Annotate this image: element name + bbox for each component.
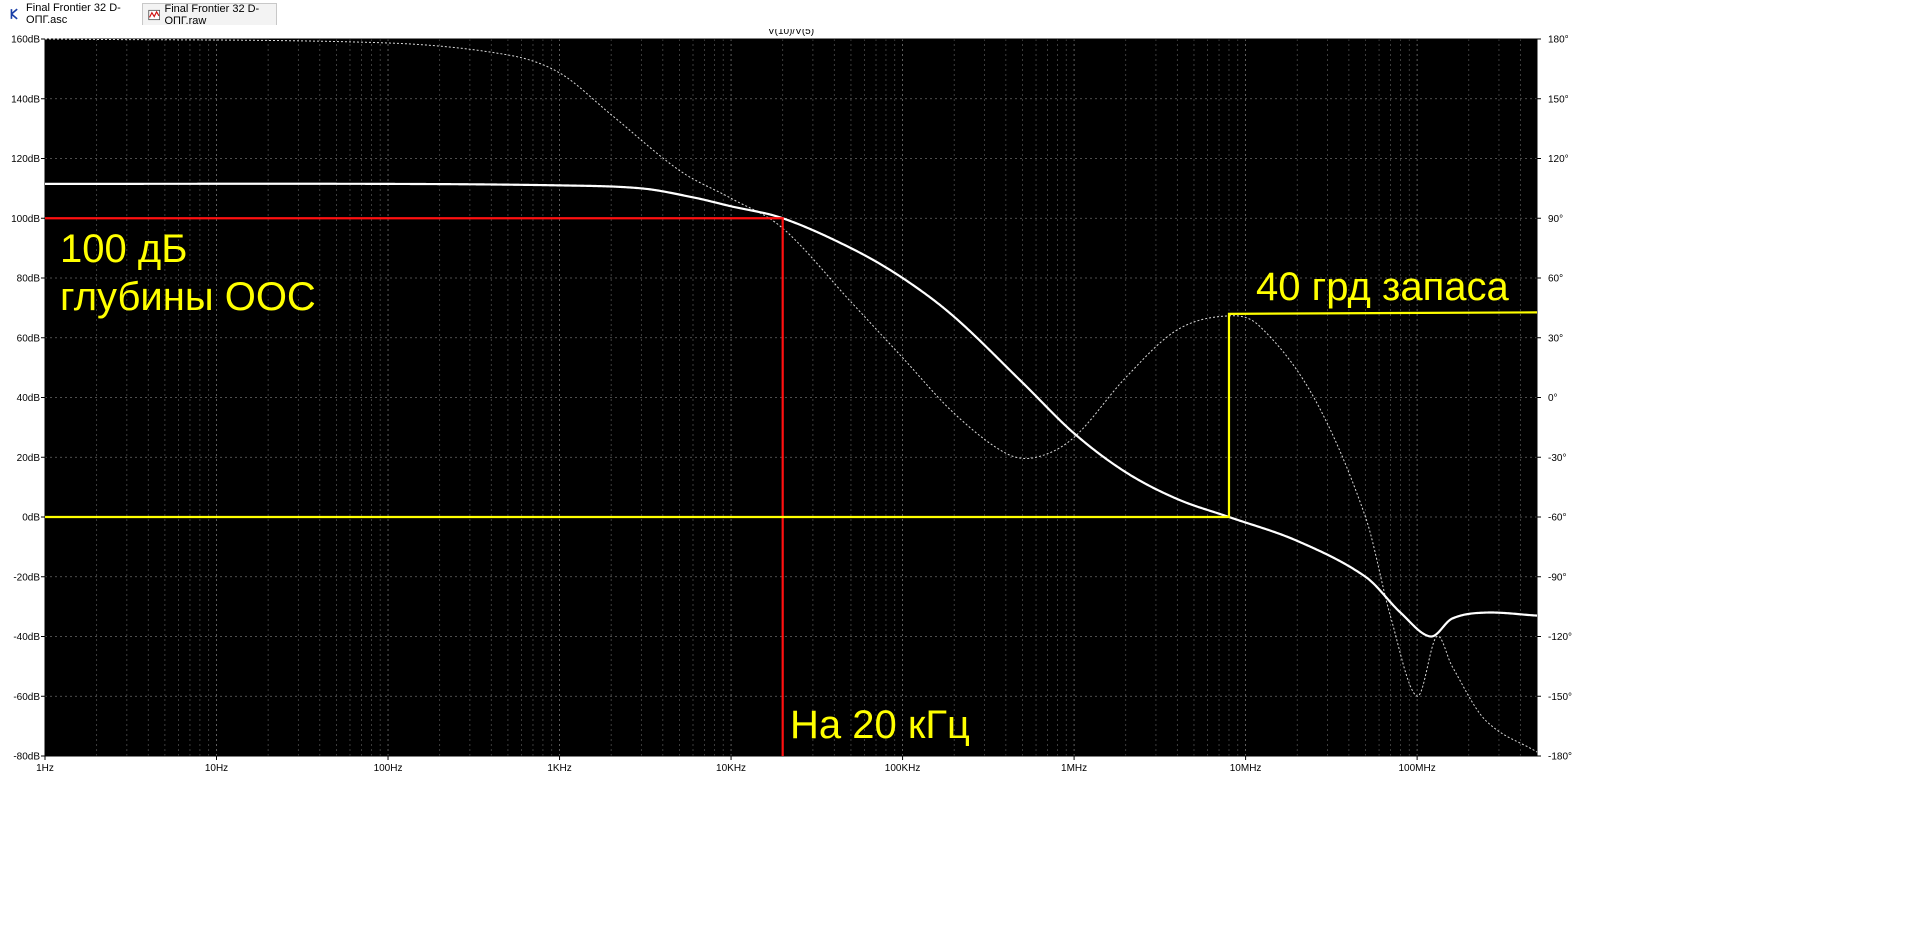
x-tick-label: 10KHz bbox=[716, 763, 746, 774]
y-right-tick-label: -60° bbox=[1548, 513, 1566, 524]
y-left-tick-label: -80dB bbox=[13, 752, 40, 763]
y-left-tick-label: 0dB bbox=[22, 513, 40, 524]
waveform-icon bbox=[148, 9, 161, 20]
y-right-tick-label: 120° bbox=[1548, 154, 1569, 165]
y-left-tick-label: 120dB bbox=[11, 154, 40, 165]
y-right-tick-label: -120° bbox=[1548, 632, 1572, 643]
y-left-tick-label: -60dB bbox=[13, 692, 40, 703]
bode-plot[interactable]: V(10)/V(5) 160dB 140dB 120dB 100dB 80dB 60dB 40… bbox=[0, 29, 1909, 945]
y-left-tick-label: -40dB bbox=[13, 632, 40, 643]
tab-label: Final Frontier 32 D-ОПГ.raw bbox=[164, 2, 260, 27]
x-tick-label: 1Hz bbox=[36, 763, 54, 774]
annotation-margin: 40 грд запаса bbox=[1256, 265, 1509, 309]
y-left-tick-label: 100dB bbox=[11, 214, 40, 225]
y-right-tick-label: -30° bbox=[1548, 453, 1566, 464]
tab-bar: Final Frontier 32 D-ОПГ.asc Final Fronti… bbox=[0, 0, 1909, 30]
tab-label: Final Frontier 32 D-ОПГ.asc bbox=[26, 2, 121, 26]
chart-title: V(10)/V(5) bbox=[768, 29, 814, 37]
tab-schematic-file[interactable]: Final Frontier 32 D-ОПГ.asc bbox=[4, 2, 142, 26]
annotation-depth: 100 дБ bbox=[60, 227, 187, 271]
y-right-tick-label: 180° bbox=[1548, 35, 1569, 46]
y-right-tick-label: -180° bbox=[1548, 752, 1572, 763]
tab-waveform-file[interactable]: Final Frontier 32 D-ОПГ.raw bbox=[142, 2, 277, 27]
y-right-tick-label: 30° bbox=[1548, 333, 1563, 344]
y-right-tick-label: 150° bbox=[1548, 94, 1569, 105]
annotation-freq: На 20 кГц bbox=[790, 703, 970, 747]
x-tick-label: 10Hz bbox=[205, 763, 228, 774]
schematic-icon bbox=[10, 8, 18, 20]
x-tick-label: 1MHz bbox=[1061, 763, 1087, 774]
y-right-tick-label: 90° bbox=[1548, 214, 1563, 225]
y-right-tick-label: -150° bbox=[1548, 692, 1572, 703]
y-left-tick-label: -20dB bbox=[13, 572, 40, 583]
x-tick-label: 10MHz bbox=[1230, 763, 1262, 774]
x-tick-label: 100Hz bbox=[374, 763, 403, 774]
x-tick-label: 1KHz bbox=[547, 763, 571, 774]
y-left-tick-label: 40dB bbox=[17, 393, 41, 404]
y-right-tick-label: -90° bbox=[1548, 572, 1566, 583]
y-left-tick-label: 60dB bbox=[17, 333, 41, 344]
y-left-tick-label: 140dB bbox=[11, 94, 40, 105]
y-right-tick-label: 60° bbox=[1548, 274, 1563, 285]
y-left-tick-label: 160dB bbox=[11, 35, 40, 46]
y-left-tick-label: 80dB bbox=[17, 274, 41, 285]
x-tick-label: 100KHz bbox=[885, 763, 921, 774]
x-tick-label: 100MHz bbox=[1398, 763, 1435, 774]
y-right-tick-label: 0° bbox=[1548, 393, 1558, 404]
y-left-tick-label: 20dB bbox=[17, 453, 41, 464]
annotation-depth: глубины ООС bbox=[60, 275, 316, 319]
